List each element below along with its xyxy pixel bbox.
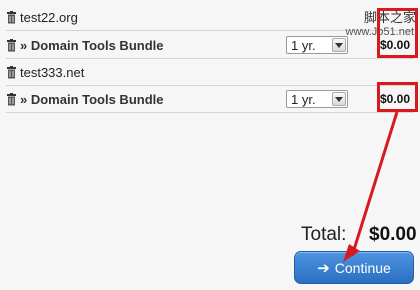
annotation-arrow	[343, 111, 399, 262]
cart-panel: test22.org » Domain Tools Bundle 1 yr. $…	[0, 0, 420, 290]
